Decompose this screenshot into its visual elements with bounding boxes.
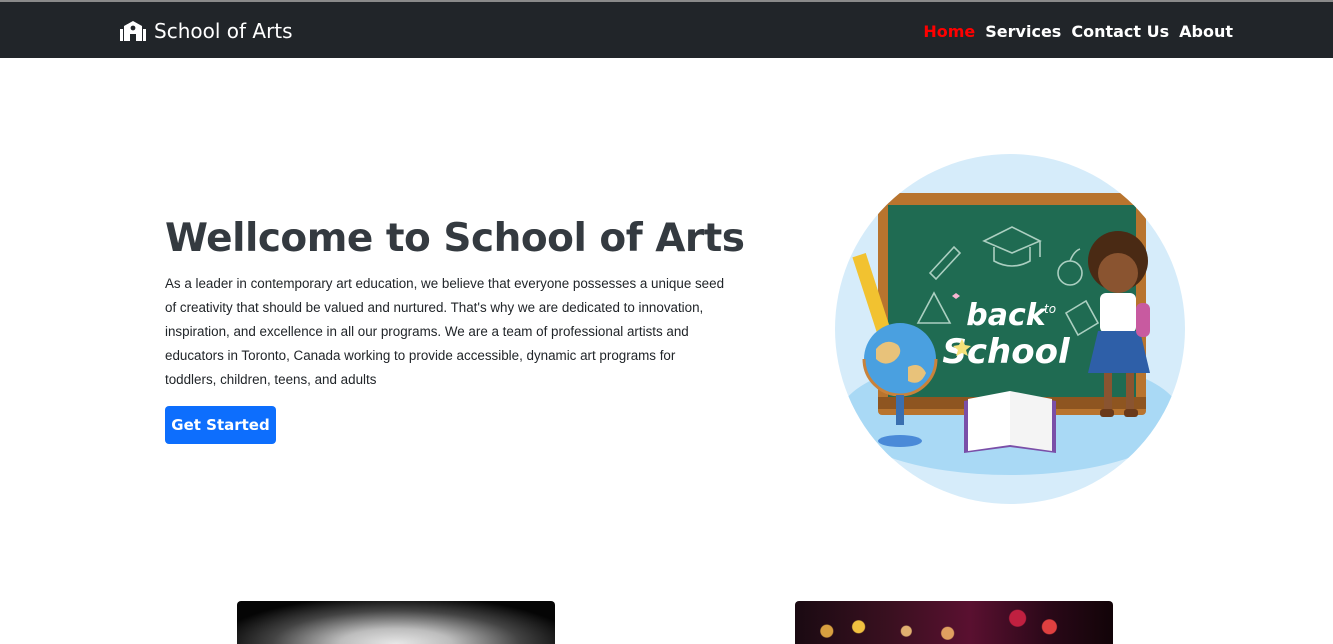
back-to-school-illustration: back to School <box>835 154 1185 504</box>
brand-title: School of Arts <box>154 19 293 43</box>
nav-link-contact-us[interactable]: Contact Us <box>1071 22 1169 41</box>
brand-link[interactable]: School of Arts <box>120 19 293 43</box>
hero-title: Wellcome to School of Arts <box>165 216 745 261</box>
get-started-button[interactable]: Get Started <box>165 406 276 444</box>
top-navbar: School of Arts Home Services Contact Us … <box>0 0 1333 58</box>
nav-link-services[interactable]: Services <box>985 22 1061 41</box>
nav-link-home[interactable]: Home <box>923 22 975 41</box>
nav-links: Home Services Contact Us About <box>923 22 1233 41</box>
nav-link-about[interactable]: About <box>1179 22 1233 41</box>
card-image-portrait <box>237 601 555 644</box>
illustration-word-back: back <box>966 298 1048 333</box>
school-icon <box>120 21 146 41</box>
hero-description: As a leader in contemporary art educatio… <box>165 276 725 387</box>
illustration-word-to: to <box>1044 302 1056 316</box>
card-image-performance <box>795 601 1113 644</box>
